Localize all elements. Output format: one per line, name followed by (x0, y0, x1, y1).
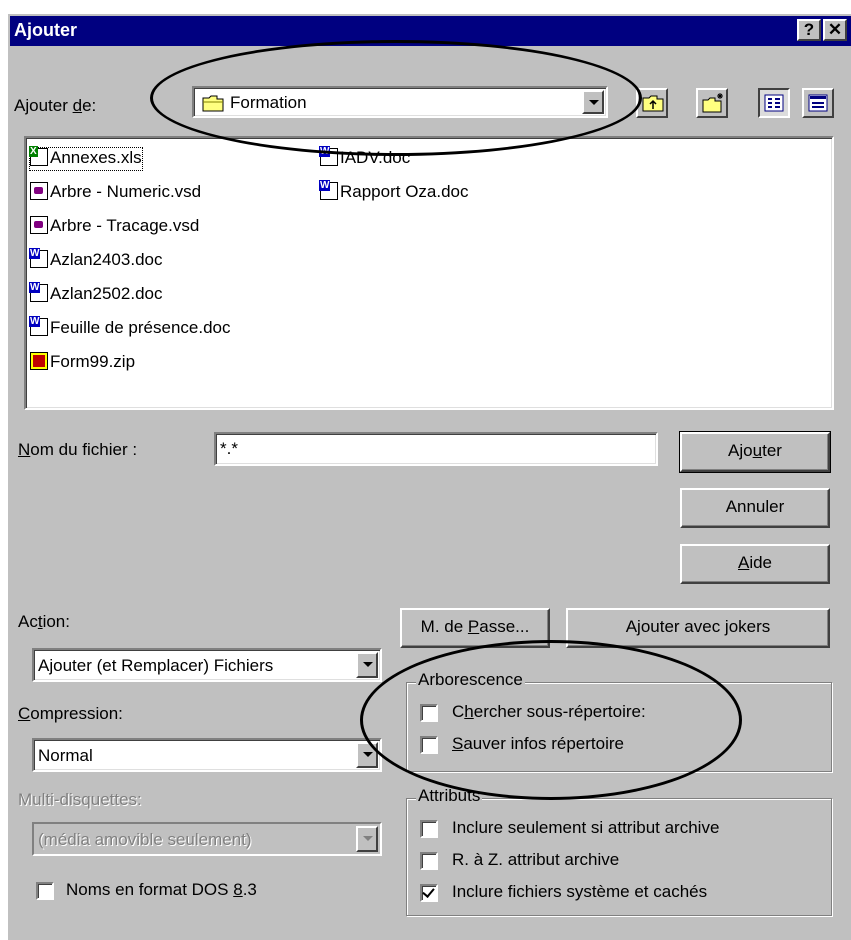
folder-icon (202, 94, 224, 117)
only-archive-label: Inclure seulement si attribut archive (452, 818, 720, 837)
excel-file-icon (29, 146, 48, 166)
cancel-button[interactable]: Annuler (680, 488, 830, 528)
tree-group-title: Arborescence (416, 670, 525, 690)
save-dir-info-label: Sauver infos répertoire (452, 734, 624, 753)
add-button[interactable]: Ajouter (679, 431, 831, 473)
filename-value: *.* (220, 439, 238, 458)
list-view-icon (764, 94, 784, 112)
action-dropdown[interactable]: Ajouter (et Remplacer) Fichiers (32, 648, 382, 682)
file-item[interactable]: Azlan2502.doc (29, 282, 162, 306)
word-file-icon (319, 180, 338, 200)
word-file-icon (319, 146, 338, 166)
lookin-label: Ajouter de: (14, 96, 97, 115)
multidisk-dropdown: (média amovible seulement) (32, 822, 382, 856)
multidisk-label: Multi-disquettes: (18, 790, 142, 809)
file-item[interactable]: Azlan2403.doc (29, 248, 162, 272)
only-archive-checkbox[interactable] (420, 820, 438, 838)
new-folder-button[interactable] (696, 88, 728, 118)
search-subdirs-checkbox[interactable] (420, 704, 438, 722)
visio-file-icon (30, 216, 48, 234)
chevron-down-icon[interactable] (356, 652, 378, 678)
file-item[interactable]: IADV.doc (319, 146, 410, 170)
multidisk-value: (média amovible seulement) (38, 830, 252, 849)
attributes-group-title: Attributs (416, 786, 483, 806)
filename-label: Nom du fichier : (18, 440, 138, 459)
details-view-button[interactable] (802, 88, 834, 118)
word-file-icon (29, 282, 48, 302)
visio-file-icon (30, 182, 48, 200)
compression-dropdown[interactable]: Normal (32, 738, 382, 772)
action-value: Ajouter (et Remplacer) Fichiers (38, 656, 274, 675)
file-item[interactable]: Form99.zip (30, 352, 135, 374)
window-title: Ajouter (14, 20, 77, 40)
details-view-icon (808, 94, 828, 112)
lookin-value: Formation (230, 93, 307, 112)
reset-archive-label: R. à Z. attribut archive (452, 850, 620, 869)
file-item[interactable]: Arbre - Tracage.vsd (30, 216, 199, 238)
close-button[interactable]: ✕ (823, 19, 847, 41)
title-bar: Ajouter ? ✕ (10, 16, 851, 46)
dos-names-label: Noms en format DOS 8.3 (66, 880, 257, 899)
lookin-dropdown[interactable]: Formation (192, 86, 608, 118)
file-item[interactable]: Feuille de présence.doc (29, 316, 231, 340)
chevron-down-icon[interactable] (582, 90, 604, 114)
include-system-checkbox[interactable] (420, 884, 438, 902)
word-file-icon (29, 316, 48, 336)
word-file-icon (29, 248, 48, 268)
action-label: Action: (18, 612, 70, 631)
chevron-down-icon (356, 826, 378, 852)
compression-label: Compression: (18, 704, 123, 723)
up-folder-icon (642, 95, 664, 112)
save-dir-info-checkbox[interactable] (420, 736, 438, 754)
add-wildcards-button[interactable]: Ajouter avec jokers (566, 608, 830, 648)
search-subdirs-label: Chercher sous-répertoire: (452, 702, 646, 721)
compression-value: Normal (38, 746, 93, 765)
dos-names-checkbox[interactable] (36, 882, 54, 900)
list-view-button[interactable] (758, 88, 790, 118)
include-system-label: Inclure fichiers système et cachés (452, 882, 708, 901)
tree-group (406, 682, 832, 772)
file-item[interactable]: Rapport Oza.doc (319, 180, 469, 204)
reset-archive-checkbox[interactable] (420, 852, 438, 870)
up-folder-button[interactable] (636, 88, 668, 118)
file-item[interactable]: Arbre - Numeric.vsd (30, 182, 201, 204)
help-dialog-button[interactable]: Aide (680, 544, 830, 584)
password-button[interactable]: M. de Passe... (400, 608, 550, 648)
zip-file-icon (30, 352, 48, 370)
help-button[interactable]: ? (797, 19, 821, 41)
chevron-down-icon[interactable] (356, 742, 378, 768)
file-item[interactable]: Annexes.xls (29, 146, 143, 171)
file-list[interactable]: Annexes.xls Arbre - Numeric.vsd Arbre - … (24, 136, 834, 410)
new-folder-icon (702, 93, 723, 113)
filename-input[interactable]: *.* (214, 432, 658, 466)
